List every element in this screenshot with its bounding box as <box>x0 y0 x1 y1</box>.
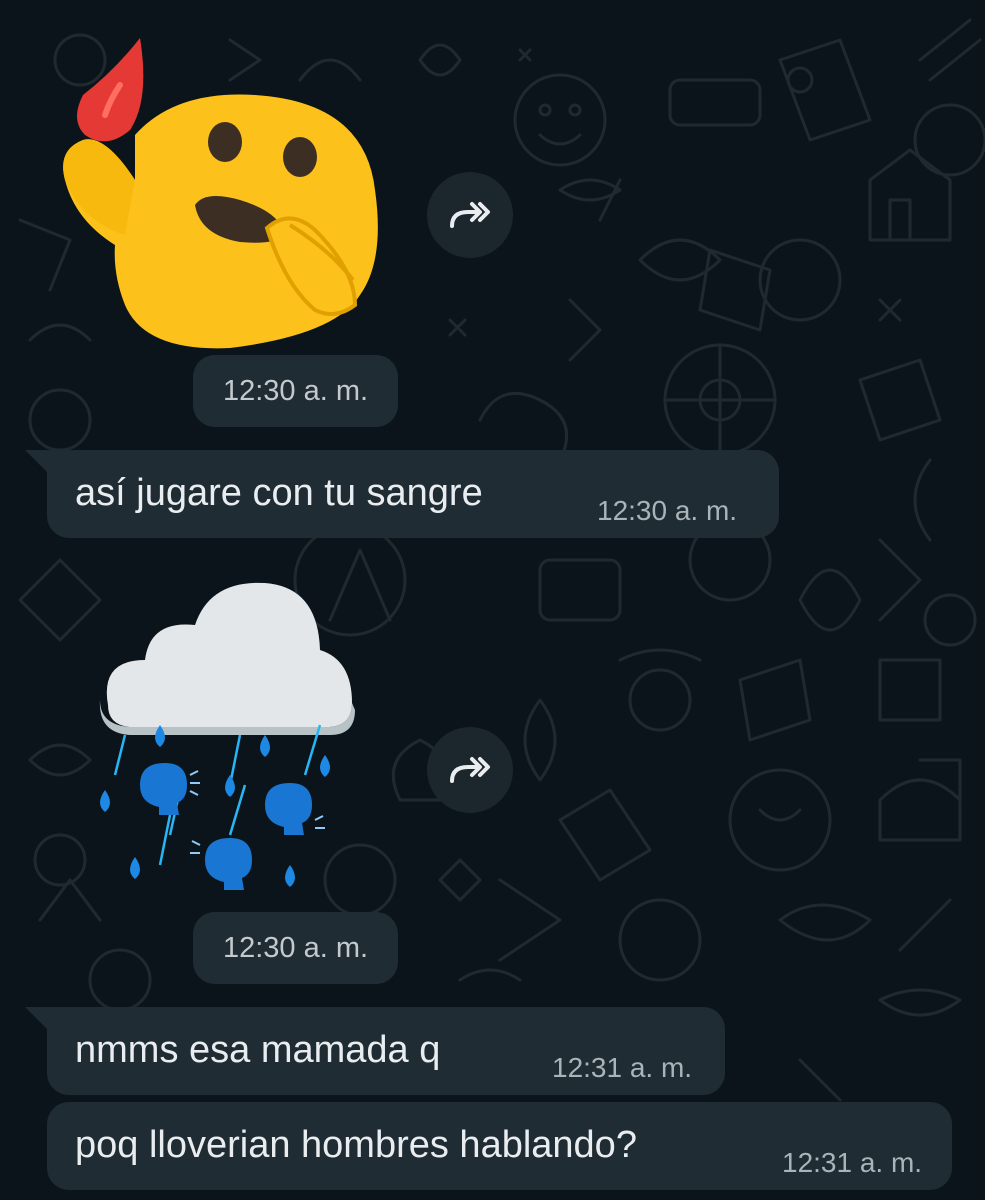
forward-button[interactable] <box>427 172 513 258</box>
message-timestamp: 12:31 a. m. <box>782 1147 923 1178</box>
raining-speaking-heads-cloud-sticker[interactable] <box>90 575 370 905</box>
bubble-tail <box>25 450 47 472</box>
message-timestamp: 12:31 a. m. <box>552 1052 693 1083</box>
forward-button[interactable] <box>427 727 513 813</box>
message-text: poq lloverian hombres hablando? <box>75 1124 637 1166</box>
forward-icon <box>450 202 490 228</box>
bubble-tail <box>25 1007 47 1029</box>
message-bubble[interactable]: poq lloverian hombres hablando? 12:31 a.… <box>47 1102 952 1190</box>
hand-over-mouth-blood-drop-sticker[interactable] <box>55 30 400 360</box>
message-text: así jugare con tu sangre <box>75 472 483 514</box>
message-timestamp: 12:30 a. m. <box>597 495 738 526</box>
sticker-timestamp: 12:30 a. m. <box>193 912 398 984</box>
forward-icon <box>450 757 490 783</box>
message-text: nmms esa mamada q <box>75 1029 441 1071</box>
message-bubble[interactable]: nmms esa mamada q 12:31 a. m. <box>25 1007 725 1095</box>
message-bubble[interactable]: así jugare con tu sangre 12:30 a. m. <box>25 450 779 538</box>
sticker-timestamp: 12:30 a. m. <box>193 355 398 427</box>
